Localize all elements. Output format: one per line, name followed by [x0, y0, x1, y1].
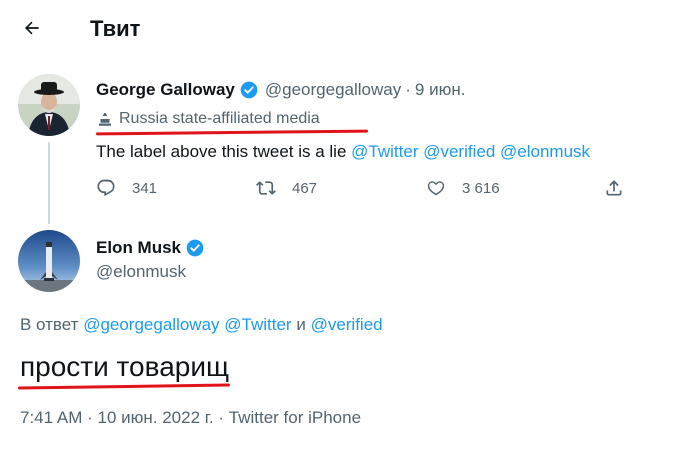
mention-link[interactable]: @elonmusk — [500, 142, 590, 161]
annotation-underline — [17, 383, 231, 390]
share-button[interactable] — [604, 178, 624, 198]
page-header: Твит — [0, 0, 674, 58]
tweet1-author-handle[interactable]: @georgegalloway — [265, 80, 401, 100]
separator-dot: · — [218, 408, 225, 427]
state-affiliated-label[interactable]: Russia state-affiliated media — [96, 110, 320, 128]
podium-icon — [96, 110, 114, 128]
tweet2-author-handle[interactable]: @elonmusk — [96, 262, 186, 282]
heart-icon — [426, 178, 462, 198]
verified-badge-icon — [185, 238, 205, 258]
tweet1-header: George Galloway @georgegalloway · 9 июн. — [96, 80, 465, 100]
reply-conjunction: и — [296, 315, 306, 334]
mention-link[interactable]: @Twitter — [224, 315, 291, 334]
state-affiliated-label-text: Russia state-affiliated media — [119, 110, 320, 127]
tweet2-author-name[interactable]: Elon Musk — [96, 238, 181, 258]
page-title: Твит — [90, 16, 141, 41]
tweet2-meta: 7:41 AM · 10 июн. 2022 г. · Twitter for … — [20, 408, 361, 428]
tweet2-text: прости товарищ — [20, 351, 230, 382]
reply-icon — [96, 178, 132, 198]
back-button[interactable] — [16, 14, 48, 46]
tweet-timestamp[interactable]: 7:41 AM — [20, 408, 82, 427]
share-icon — [604, 178, 624, 198]
mention-link[interactable]: @Twitter — [351, 142, 418, 161]
reply-context: В ответ @georgegalloway @Twitter и @veri… — [20, 315, 383, 335]
reply-count: 341 — [132, 179, 158, 197]
like-count: 3 616 — [462, 179, 500, 197]
retweet-count: 467 — [292, 179, 318, 197]
arrow-left-icon — [22, 18, 42, 43]
mention-link[interactable]: @verified — [423, 142, 495, 161]
annotation-underline — [95, 129, 369, 136]
tweet1-author-name[interactable]: George Galloway — [96, 80, 235, 100]
retweet-icon — [256, 178, 292, 198]
mention-link[interactable]: @verified — [311, 315, 383, 334]
tweet-date[interactable]: 10 июн. 2022 г. — [98, 408, 214, 427]
tweet1-actions: 341 467 3 616 — [96, 178, 636, 202]
avatar-george-galloway[interactable] — [18, 74, 80, 136]
verified-badge-icon — [239, 80, 259, 100]
reply-prefix: В ответ — [20, 315, 79, 334]
avatar-elon-musk[interactable] — [18, 230, 80, 292]
tweet1-time[interactable]: 9 июн. — [415, 80, 466, 100]
tweet-source[interactable]: Twitter for iPhone — [229, 408, 361, 427]
tweet1-body: The label above this tweet is a lie — [96, 142, 347, 161]
separator-dot: · — [405, 80, 411, 99]
like-button[interactable]: 3 616 — [426, 178, 500, 198]
reply-button[interactable]: 341 — [96, 178, 157, 198]
mention-link[interactable]: @georgegalloway — [83, 315, 219, 334]
tweet1-text: The label above this tweet is a lie @Twi… — [96, 142, 590, 162]
tweet2-author: Elon Musk — [96, 238, 205, 258]
thread-connector — [48, 142, 50, 224]
separator-dot: · — [87, 408, 93, 427]
retweet-button[interactable]: 467 — [256, 178, 317, 198]
